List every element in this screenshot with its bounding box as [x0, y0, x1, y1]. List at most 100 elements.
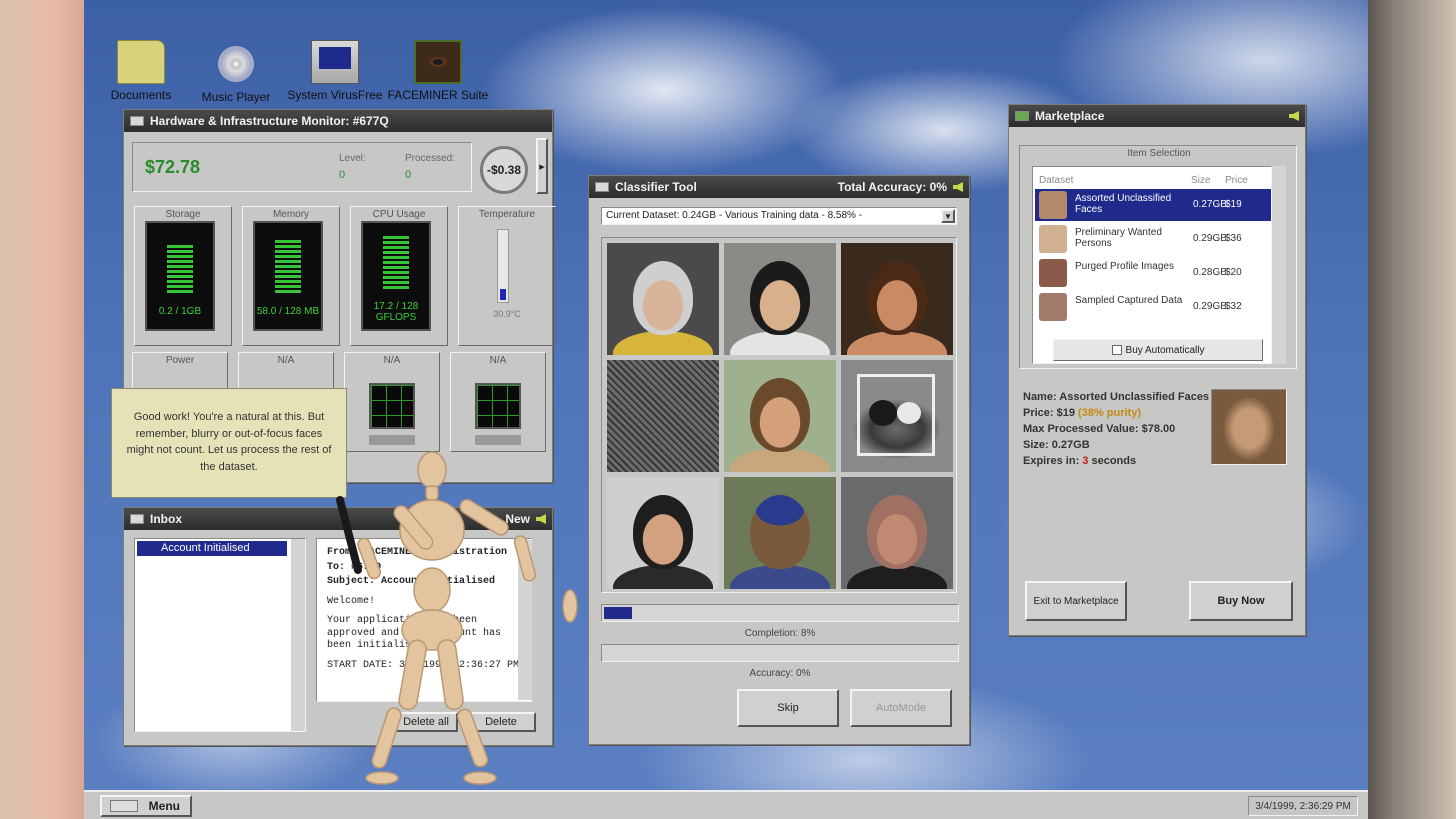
thermometer-fill	[500, 289, 506, 300]
dataset-size: 0.29GB	[1193, 301, 1227, 312]
detail-expires-unit: seconds	[1088, 455, 1137, 467]
folder-icon	[117, 40, 165, 84]
taskbar: Menu 3/4/1999, 2:36:29 PM	[84, 790, 1368, 819]
accuracy-label: Accuracy: 0%	[749, 668, 811, 679]
oscilloscope-grid	[475, 383, 521, 429]
item-selection-group: Item Selection Dataset Size Price Assort…	[1019, 145, 1297, 369]
window-title: Inbox	[150, 512, 182, 526]
dataset-image-tile[interactable]	[607, 243, 719, 355]
dataset-row[interactable]: Preliminary Wanted Persons 0.29GB $36	[1035, 223, 1271, 255]
desktop-icon-label: Documents	[110, 88, 172, 102]
dataset-size: 0.27GB	[1193, 199, 1227, 210]
marketplace-titlebar[interactable]: Marketplace	[1009, 105, 1305, 127]
person-head-back	[750, 495, 810, 569]
mannequin-assistant	[336, 451, 578, 785]
automode-button[interactable]: AutoMode	[850, 689, 952, 727]
rate-dial: -$0.38	[480, 146, 528, 194]
classifier-titlebar[interactable]: Classifier Tool Total Accuracy: 0%	[589, 176, 969, 198]
tooltip-text: Good work! You're a natural at this. But…	[126, 411, 332, 473]
dataset-details: Name: Assorted Unclassified Faces Price:…	[1023, 389, 1209, 469]
chevron-down-icon[interactable]: ▼	[941, 209, 955, 223]
dataset-thumbnail	[1039, 191, 1067, 219]
dataset-image-tile[interactable]	[607, 477, 719, 589]
monitor-bezel-right	[1368, 0, 1456, 819]
gauge-bar-segment	[167, 260, 193, 263]
level-value: 0	[339, 169, 346, 181]
dataset-image-tile[interactable]	[841, 477, 953, 589]
desktop-icon-label: Music Player	[201, 90, 271, 104]
speaker-icon[interactable]	[953, 182, 963, 192]
dataset-name: Assorted Unclassified Faces	[1075, 193, 1172, 215]
person-face	[750, 261, 810, 335]
dataset-row[interactable]: Purged Profile Images 0.28GB $20	[1035, 257, 1271, 289]
dataset-image-tile[interactable]	[724, 243, 836, 355]
slot-label: N/A	[489, 355, 507, 366]
mail-list-scrollbar[interactable]	[291, 539, 305, 731]
gauge-label: Temperature	[478, 209, 536, 220]
thermometer	[497, 229, 509, 303]
detail-expires: Expires in: 3 seconds	[1023, 453, 1209, 469]
gauge-bar-segment	[275, 250, 301, 253]
monitor-icon	[311, 40, 359, 84]
desktop-icon-music-player[interactable]: Music Player	[181, 40, 291, 104]
gauge-bar-segment	[275, 245, 301, 248]
gauge-bar-segment	[167, 280, 193, 283]
dataset-image-tile[interactable]	[607, 360, 719, 472]
person-face	[750, 378, 810, 452]
exit-marketplace-button[interactable]: Exit to Marketplace	[1025, 581, 1127, 621]
temperature-gauge: Temperature 30.9°C	[458, 206, 556, 346]
gauge-bar-segment	[275, 275, 301, 278]
start-menu-button[interactable]: Menu	[100, 795, 192, 817]
desktop-icon-faceminer[interactable]: FACEMINER Suite	[383, 40, 493, 110]
dataset-image-tile[interactable]	[841, 243, 953, 355]
window-title: Classifier Tool	[615, 180, 697, 194]
dataset-image-tile[interactable]	[724, 477, 836, 589]
dataset-row[interactable]: Sampled Captured Data 0.29GB $32	[1035, 291, 1271, 323]
desktop-icon-documents[interactable]: Documents	[86, 40, 196, 102]
dataset-price: $19	[1225, 199, 1242, 210]
gauge-bar-segment	[275, 270, 301, 273]
dataset-size: 0.29GB	[1193, 233, 1227, 244]
dataset-row[interactable]: Assorted Unclassified Faces 0.27GB $19	[1035, 189, 1271, 221]
mail-list: Account Initialised	[134, 538, 306, 732]
dataset-table-scrollbar[interactable]	[1272, 166, 1286, 364]
gauge-bar-segment	[383, 261, 409, 264]
mail-icon	[130, 514, 144, 524]
expand-arrow-button[interactable]: ▸	[536, 138, 548, 194]
assistant-tooltip: Good work! You're a natural at this. But…	[111, 388, 347, 498]
detail-size: Size: 0.27GB	[1023, 439, 1090, 451]
skip-button[interactable]: Skip	[737, 689, 839, 727]
detail-expires-label: Expires in:	[1023, 455, 1083, 467]
slot-label: N/A	[383, 355, 401, 366]
buy-automatically-checkbox[interactable]: Buy Automatically	[1053, 339, 1263, 361]
person-face	[867, 261, 927, 335]
cd-icon	[218, 46, 254, 82]
dataset-image-tile[interactable]	[724, 360, 836, 472]
hardware-monitor-titlebar[interactable]: Hardware & Infrastructure Monitor: #677Q	[124, 110, 552, 132]
desktop-icon-system-virusfree[interactable]: System VirusFree	[280, 40, 390, 110]
gauge-screen: 17.2 / 128 GFLOPS	[361, 221, 431, 331]
taskbar-clock: 3/4/1999, 2:36:29 PM	[1248, 796, 1358, 816]
cpu-gauge: CPU Usage 17.2 / 128 GFLOPS	[350, 206, 448, 346]
monitor-icon	[130, 116, 144, 126]
window-title: Hardware & Infrastructure Monitor: #677Q	[150, 114, 389, 128]
person-face	[633, 495, 693, 569]
detail-max-value: Max Processed Value: $78.00	[1023, 423, 1176, 435]
dataset-price: $32	[1225, 301, 1242, 312]
eye-icon	[414, 40, 462, 84]
gauge-bar-segment	[383, 271, 409, 274]
table-header: Dataset Size Price	[1033, 167, 1273, 189]
dataset-image-tile[interactable]	[841, 360, 953, 472]
buy-now-button[interactable]: Buy Now	[1189, 581, 1293, 621]
detail-name: Name: Assorted Unclassified Faces	[1023, 391, 1210, 403]
dataset-select[interactable]: Current Dataset: 0.24GB - Various Traini…	[601, 207, 957, 225]
gauge-value: 30.9°C	[493, 309, 521, 319]
person-face	[633, 261, 693, 335]
gauge-value: 58.0 / 128 MB	[256, 306, 320, 317]
mail-list-item[interactable]: Account Initialised	[137, 541, 287, 556]
slot-label: N/A	[277, 355, 295, 366]
speaker-icon[interactable]	[1289, 111, 1299, 121]
desktop-icon-label: System VirusFree	[287, 88, 383, 102]
column-header: Dataset	[1039, 175, 1074, 186]
checkbox[interactable]	[1111, 345, 1122, 355]
